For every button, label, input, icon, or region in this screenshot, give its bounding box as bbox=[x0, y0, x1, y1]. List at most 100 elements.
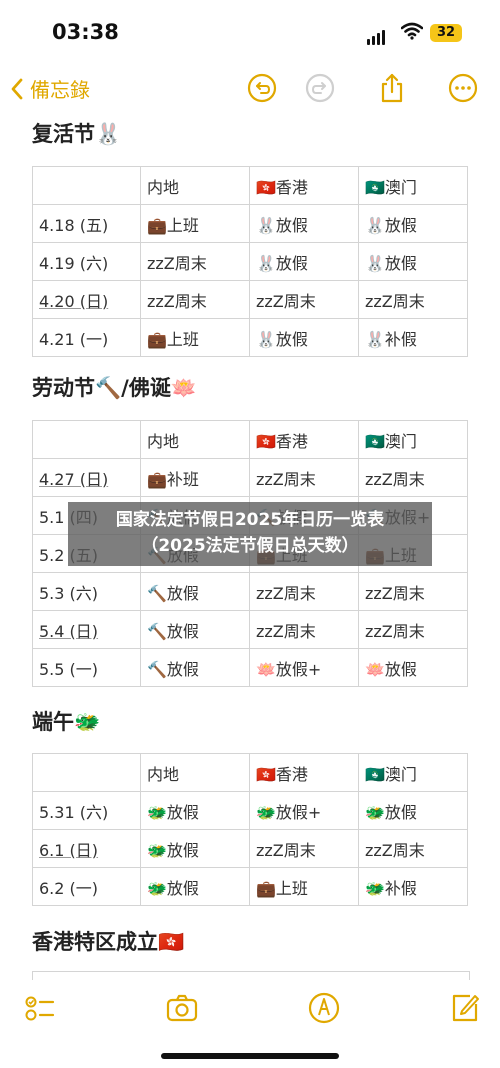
table-row: 5.5 (一) 🔨放假 🪷放假+ 🪷放假 bbox=[32, 648, 468, 687]
cell-text: zzZ周末 bbox=[365, 583, 425, 603]
nav-bar: 備忘錄 bbox=[0, 68, 500, 112]
cell-text: zzZ周末 bbox=[256, 840, 316, 860]
cell-text: 4.21 (一) bbox=[39, 329, 109, 349]
cell-text: 💼上班 bbox=[147, 215, 199, 235]
redo-icon[interactable] bbox=[304, 72, 336, 104]
status-cell: 🐲放假+ bbox=[249, 791, 359, 830]
table-row: 4.18 (五) 💼上班 🐰放假 🐰放假 bbox=[32, 204, 468, 243]
cell-text: 🐲放假 bbox=[365, 802, 417, 822]
date-cell: 5.5 (一) bbox=[32, 648, 141, 687]
status-bar: 03:38 32 bbox=[0, 0, 500, 62]
cell-text: 🐲补假 bbox=[365, 878, 417, 898]
status-cell: 💼补班 bbox=[140, 458, 250, 497]
status-cell: 🔨放假 bbox=[140, 610, 250, 649]
table-row: 5.31 (六) 🐲放假 🐲放假+ 🐲放假 bbox=[32, 791, 468, 830]
chevron-left-icon bbox=[11, 78, 23, 99]
table-header-row: 内地 🇭🇰香港 🇲🇴澳门 bbox=[32, 420, 468, 459]
status-cell: 🪷放假+ bbox=[249, 648, 359, 687]
cell-text: 💼上班 bbox=[256, 878, 308, 898]
cell-text: zzZ周末 bbox=[256, 621, 316, 641]
date-cell: 6.2 (一) bbox=[32, 867, 141, 906]
date-cell: 4.20 (日) bbox=[32, 280, 141, 319]
easter-table: 内地 🇭🇰香港 🇲🇴澳门 4.18 (五) 💼上班 🐰放假 🐰放假 4.19 (六) zzZ周末… bbox=[32, 166, 468, 357]
table-header-cell: 🇭🇰香港 bbox=[249, 166, 359, 205]
cell-text: 6.2 (一) bbox=[39, 878, 99, 898]
cell-text: 🪷放假 bbox=[365, 659, 417, 679]
cell-text: zzZ周末 bbox=[256, 583, 316, 603]
status-cell: 🐰放假 bbox=[249, 242, 359, 281]
cell-text: 4.18 (五) bbox=[39, 215, 109, 235]
status-cell: zzZ周末 bbox=[249, 458, 359, 497]
table-row: 5.4 (日) 🔨放假 zzZ周末 zzZ周末 bbox=[32, 610, 468, 649]
cell-text: zzZ周末 bbox=[365, 621, 425, 641]
status-cell: zzZ周末 bbox=[140, 242, 250, 281]
table-header-cell: 🇲🇴澳门 bbox=[358, 166, 468, 205]
date-cell: 5.4 (日) bbox=[32, 610, 141, 649]
section-title-labour-day: 劳动节🔨/佛诞🪷 bbox=[32, 376, 197, 400]
cell-text: 🇭🇰香港 bbox=[256, 431, 308, 451]
home-indicator bbox=[161, 1053, 339, 1059]
cell-text: 🇭🇰香港 bbox=[256, 764, 308, 784]
table-row: 6.2 (一) 🐲放假 💼上班 🐲补假 bbox=[32, 867, 468, 906]
cell-text: 5.3 (六) bbox=[39, 583, 99, 603]
status-cell: 🐲放假 bbox=[140, 791, 250, 830]
back-label: 備忘錄 bbox=[30, 78, 90, 102]
battery-indicator: 32 bbox=[430, 24, 462, 42]
cell-text: 5.5 (一) bbox=[39, 659, 99, 679]
cell-text: 🔨放假 bbox=[147, 621, 199, 641]
date-cell: 4.27 (日) bbox=[32, 458, 141, 497]
table-header-cell: 🇲🇴澳门 bbox=[358, 420, 468, 459]
cell-text: 🔨放假 bbox=[147, 659, 199, 679]
cell-text: 🐲放假+ bbox=[256, 802, 322, 822]
table-row: 6.1 (日) 🐲放假 zzZ周末 zzZ周末 bbox=[32, 829, 468, 868]
watermark-line-2: （2025法定节假日总天数） bbox=[141, 536, 359, 556]
table-row: 4.27 (日) 💼补班 zzZ周末 zzZ周末 bbox=[32, 458, 468, 497]
status-cell: zzZ周末 bbox=[249, 572, 359, 611]
status-cell: zzZ周末 bbox=[358, 610, 468, 649]
markup-pen-icon[interactable] bbox=[306, 990, 342, 1026]
table-header-cell: 🇲🇴澳门 bbox=[358, 753, 468, 792]
table-row: 4.21 (一) 💼上班 🐰放假 🐰补假 bbox=[32, 318, 468, 357]
status-cell: zzZ周末 bbox=[358, 280, 468, 319]
cell-text: 6.1 (日) bbox=[39, 840, 99, 860]
table-row: 4.20 (日) zzZ周末 zzZ周末 zzZ周末 bbox=[32, 280, 468, 319]
status-cell: 🔨放假 bbox=[140, 572, 250, 611]
cell-text: zzZ周末 bbox=[365, 469, 425, 489]
back-button[interactable]: 備忘錄 bbox=[10, 74, 90, 103]
more-icon[interactable] bbox=[447, 72, 479, 104]
status-cell: 💼上班 bbox=[249, 867, 359, 906]
status-cell: zzZ周末 bbox=[358, 829, 468, 868]
cell-text: 🐰放假 bbox=[256, 253, 308, 273]
undo-icon[interactable] bbox=[246, 72, 278, 104]
watermark-line-1: 国家法定节假日2025年日历一览表 bbox=[115, 510, 385, 530]
table-header-cell: 🇭🇰香港 bbox=[249, 420, 359, 459]
share-icon[interactable] bbox=[376, 72, 408, 104]
date-cell: 4.19 (六) bbox=[32, 242, 141, 281]
cell-text: 💼补班 bbox=[147, 469, 199, 489]
cell-text: 🐰放假 bbox=[256, 329, 308, 349]
status-cell: 🐲补假 bbox=[358, 867, 468, 906]
status-cell: 🐲放假 bbox=[140, 867, 250, 906]
status-cell: 🪷放假 bbox=[358, 648, 468, 687]
cell-text: zzZ周末 bbox=[147, 253, 207, 273]
table-header-row: 内地 🇭🇰香港 🇲🇴澳门 bbox=[32, 753, 468, 792]
section-title-dragon-boat: 端午🐲 bbox=[32, 710, 101, 734]
status-cell: zzZ周末 bbox=[249, 829, 359, 868]
cell-text: zzZ周末 bbox=[365, 840, 425, 860]
cell-text: 5.31 (六) bbox=[39, 802, 109, 822]
date-cell: 5.31 (六) bbox=[32, 791, 141, 830]
cell-text: zzZ周末 bbox=[365, 291, 425, 311]
status-cell: zzZ周末 bbox=[358, 458, 468, 497]
checklist-icon[interactable] bbox=[22, 990, 58, 1026]
status-cell: zzZ周末 bbox=[249, 610, 359, 649]
cell-text: 🐲放假 bbox=[147, 878, 199, 898]
table-header-cell: 内地 bbox=[140, 420, 250, 459]
compose-icon[interactable] bbox=[446, 990, 482, 1026]
camera-icon[interactable] bbox=[164, 990, 200, 1026]
cell-text: 🇲🇴澳门 bbox=[365, 177, 417, 197]
cellular-signal-icon bbox=[367, 26, 387, 45]
date-cell: 5.3 (六) bbox=[32, 572, 141, 611]
cell-text: 🐰放假 bbox=[256, 215, 308, 235]
cell-text: 4.20 (日) bbox=[39, 291, 109, 311]
status-cell: zzZ周末 bbox=[249, 280, 359, 319]
